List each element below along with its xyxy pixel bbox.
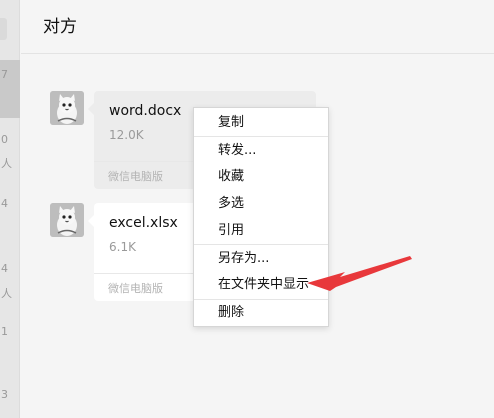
chat-list-fragment: 人 [1,157,12,170]
chat-list-fragment: 人 [1,287,12,300]
menu-separator [194,136,328,137]
chat-list-fragment: 4 [1,262,8,275]
chat-list-fragment: 4 [1,197,8,210]
file-source: 微信电脑版 [108,170,163,183]
chat-list-fragment: 7 [1,68,8,81]
menu-item-favorite[interactable]: 收藏 [194,164,328,190]
chat-list-fragment: 3 [1,388,8,401]
menu-separator [194,244,328,245]
chat-header: 对方 [21,0,494,54]
menu-item-forward[interactable]: 转发... [194,138,328,164]
chat-title: 对方 [43,17,77,37]
cat-avatar-icon [50,203,84,237]
context-menu: 复制 转发... 收藏 多选 引用 另存为... 在文件夹中显示 删除 [193,107,329,327]
avatar[interactable] [50,203,84,237]
menu-item-save-as[interactable]: 另存为... [194,246,328,272]
file-size: 6.1K [109,240,136,254]
menu-item-delete[interactable]: 删除 [194,300,328,326]
file-source: 微信电脑版 [108,282,163,295]
menu-item-multi-select[interactable]: 多选 [194,191,328,217]
menu-item-show-in-folder[interactable]: 在文件夹中显示 [194,272,328,298]
chat-list-partial[interactable]: 7 0 人 4 4 人 1 3 [0,0,20,418]
avatar[interactable] [50,91,84,125]
file-name: excel.xlsx [109,215,178,231]
chat-list-fragment: 0 [1,133,8,146]
file-name: word.docx [109,103,182,119]
cat-avatar-icon [50,91,84,125]
menu-item-quote[interactable]: 引用 [194,218,328,244]
file-size: 12.0K [109,128,144,142]
chat-list-fragment: 1 [1,325,8,338]
search-box-stub[interactable] [0,18,7,40]
menu-item-copy[interactable]: 复制 [194,110,328,136]
